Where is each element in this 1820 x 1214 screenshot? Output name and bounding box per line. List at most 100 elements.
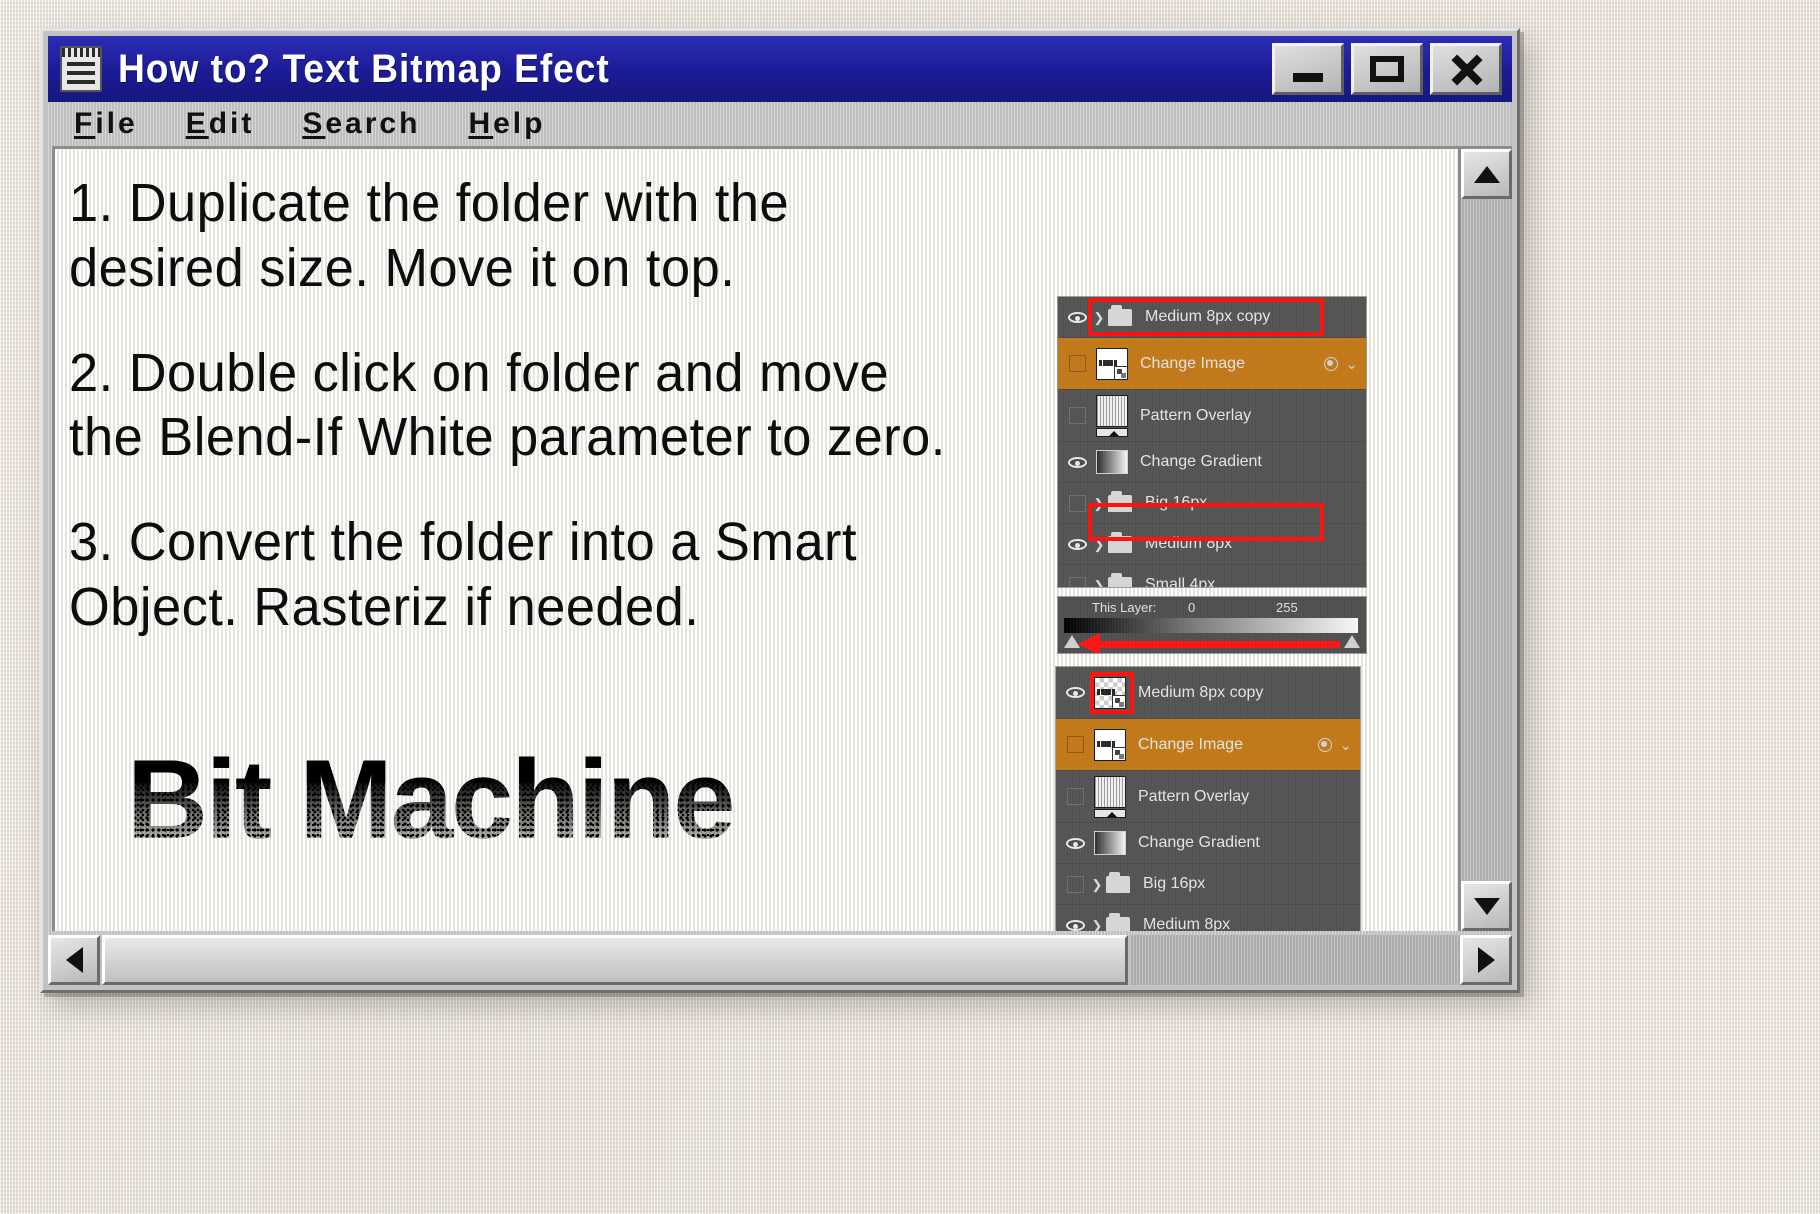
layer-row[interactable]: Change Gradient [1058, 442, 1366, 483]
layer-name: Change Gradient [1138, 834, 1260, 851]
layer-row[interactable]: Medium 8px copy [1056, 667, 1360, 719]
eye-icon[interactable] [1060, 687, 1090, 698]
layer-name: Change Image [1138, 735, 1243, 753]
folder-icon [1108, 572, 1132, 587]
chevron-right-icon[interactable]: ❯ [1092, 497, 1106, 510]
layer-row[interactable]: Pattern Overlay [1056, 771, 1360, 823]
close-button[interactable] [1430, 43, 1502, 95]
menu-item-help[interactable]: Help [468, 107, 545, 141]
instruction-list: 1. Duplicate the folder with the desired… [69, 171, 1079, 680]
bit-machine-logo: Bit Machine [127, 744, 927, 856]
eye-icon[interactable] [1062, 576, 1092, 587]
layer-row[interactable]: Pattern Overlay [1058, 390, 1366, 442]
arrow-left-icon [65, 947, 83, 973]
chevron-right-icon[interactable]: ❯ [1092, 311, 1106, 324]
eye-icon[interactable] [1062, 311, 1092, 323]
arrow-up-icon [1473, 165, 1500, 183]
vertical-scrollbar[interactable] [1458, 146, 1512, 931]
vertical-scroll-track[interactable] [1461, 199, 1512, 881]
layer-name: Pattern Overlay [1140, 406, 1252, 424]
blending-options-icon[interactable]: ⌄ [1318, 736, 1352, 754]
eye-icon[interactable] [1060, 919, 1090, 931]
layer-thumbnail [1094, 728, 1126, 761]
blend-if-value-low: 0 [1188, 600, 1196, 615]
layer-name: Big 16px [1143, 875, 1206, 892]
scroll-left-button[interactable] [48, 935, 100, 985]
eye-icon[interactable] [1060, 788, 1090, 805]
maximize-button[interactable] [1351, 43, 1423, 95]
blend-if-label: This Layer: [1092, 600, 1157, 615]
notepad-icon [60, 46, 102, 92]
window-inner: How to? Text Bitmap Efect File Edit Sear… [48, 36, 1512, 985]
chevron-right-icon[interactable]: ❯ [1092, 579, 1106, 588]
layer-thumbnail [1096, 394, 1128, 437]
layer-name: Small 4px [1145, 576, 1216, 587]
layer-name: Medium 8px copy [1138, 683, 1264, 701]
layer-thumbnail [1094, 676, 1126, 709]
eye-icon[interactable] [1062, 407, 1092, 424]
scroll-up-button[interactable] [1461, 149, 1512, 199]
layer-row[interactable]: ❯ Medium 8px [1058, 524, 1366, 565]
photoshop-layers-panel-bottom: Medium 8px copy Change Image ⌄ Pattern O… [1056, 667, 1360, 931]
layer-name: Medium 8px [1145, 535, 1233, 552]
layer-row[interactable]: ❯ Big 16px [1056, 864, 1360, 905]
layer-row[interactable]: Change Image ⌄ [1058, 338, 1366, 390]
layer-row[interactable]: ❯ Medium 8px copy [1058, 297, 1366, 338]
close-icon [1449, 52, 1483, 86]
menu-item-search[interactable]: Search [302, 107, 420, 141]
horizontal-scroll-thumb[interactable] [102, 935, 1128, 985]
scroll-right-button[interactable] [1460, 935, 1512, 985]
client-area: 1. Duplicate the folder with the desired… [48, 146, 1512, 931]
blend-if-panel: This Layer: 0 255 Underlying Layer: [1058, 597, 1366, 653]
blend-if-gradient-bar [1064, 618, 1358, 633]
eye-icon[interactable] [1062, 355, 1092, 372]
layer-row[interactable]: Change Gradient [1056, 823, 1360, 864]
eye-icon[interactable] [1062, 494, 1092, 512]
title-bar[interactable]: How to? Text Bitmap Efect [48, 36, 1512, 102]
eye-icon[interactable] [1060, 837, 1090, 849]
layer-row[interactable]: ❯ Small 4px [1058, 565, 1366, 587]
eye-icon[interactable] [1062, 538, 1092, 550]
layer-row[interactable]: ❯ Medium 8px [1056, 905, 1360, 931]
chevron-down-icon: ⌄ [1339, 736, 1352, 754]
horizontal-scroll-track[interactable] [1130, 935, 1460, 985]
arrow-down-icon [1473, 897, 1500, 915]
chevron-down-icon: ⌄ [1345, 355, 1358, 373]
chevron-right-icon[interactable]: ❯ [1090, 919, 1104, 932]
layer-row[interactable]: ❯ Big 16px [1058, 483, 1366, 524]
layer-name: Pattern Overlay [1138, 787, 1250, 805]
menu-item-edit[interactable]: Edit [186, 107, 255, 141]
layer-row[interactable]: Change Image ⌄ [1056, 719, 1360, 771]
blend-if-header: This Layer: 0 255 [1058, 597, 1366, 617]
instruction-step-1: 1. Duplicate the folder with the desired… [69, 173, 790, 298]
eye-icon[interactable] [1060, 736, 1090, 753]
folder-icon [1106, 871, 1130, 893]
chevron-right-icon[interactable]: ❯ [1090, 878, 1104, 891]
menu-item-file[interactable]: File [74, 107, 138, 141]
chevron-right-icon[interactable]: ❯ [1092, 538, 1106, 551]
folder-icon [1106, 912, 1130, 931]
folder-icon [1108, 304, 1132, 326]
layer-name: Medium 8px copy [1145, 308, 1271, 325]
menu-label-file-rest: ile [95, 107, 138, 140]
menu-bar: File Edit Search Help [48, 102, 1512, 146]
blending-options-icon[interactable]: ⌄ [1324, 355, 1358, 373]
eye-icon[interactable] [1060, 875, 1090, 893]
photoshop-layers-panel-top: ❯ Medium 8px copy Change Image ⌄ Pattern… [1058, 297, 1366, 587]
horizontal-scrollbar[interactable] [48, 935, 1512, 985]
layer-thumbnail [1094, 775, 1126, 818]
blend-if-slider-row[interactable] [1064, 633, 1360, 653]
layer-name: Change Gradient [1140, 453, 1262, 470]
minimize-button[interactable] [1272, 43, 1344, 95]
blend-if-value-high: 255 [1276, 600, 1298, 615]
menu-label-help-rest: elp [493, 107, 546, 140]
menu-label-search-rest: earch [325, 107, 421, 140]
layer-name: Big 16px [1145, 494, 1208, 511]
layer-name: Change Image [1140, 354, 1245, 372]
layer-name: Medium 8px [1143, 916, 1231, 931]
maximize-icon [1370, 56, 1404, 82]
eye-icon[interactable] [1062, 456, 1092, 468]
scroll-down-button[interactable] [1461, 881, 1512, 931]
blend-if-white-slider[interactable] [1344, 635, 1360, 648]
document-canvas: 1. Duplicate the folder with the desired… [52, 146, 1458, 931]
